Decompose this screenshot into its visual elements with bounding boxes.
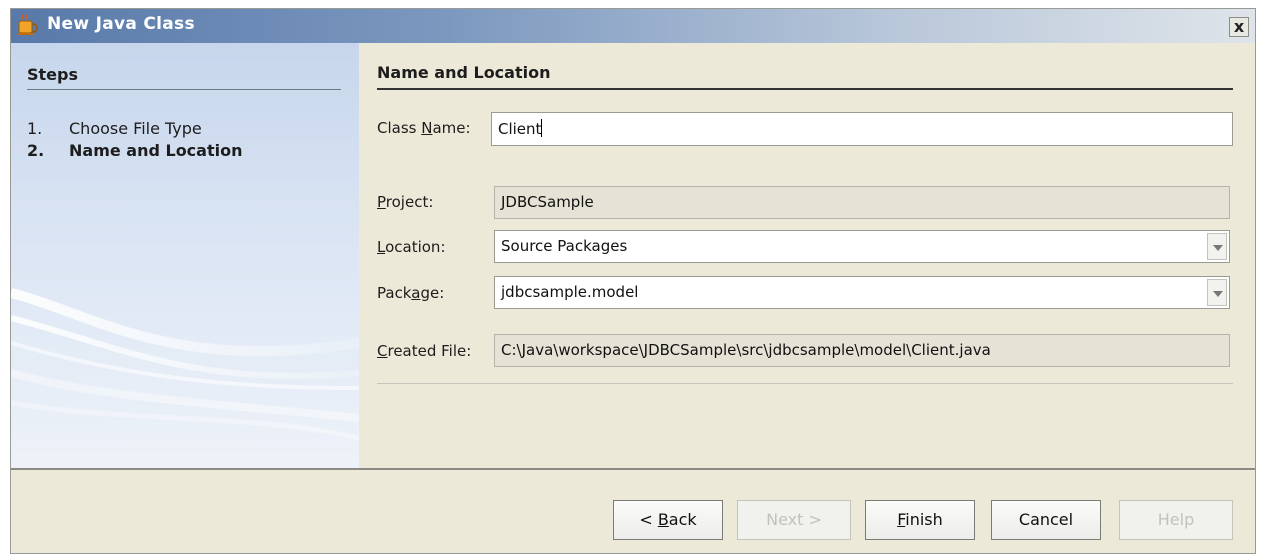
label-text: Pack <box>377 284 412 302</box>
wave-decoration <box>11 288 359 441</box>
help-button[interactable]: Help <box>1119 500 1233 540</box>
mnemonic: P <box>377 193 386 211</box>
location-value: Source Packages <box>501 237 628 255</box>
coffee-cup-icon <box>17 14 39 36</box>
label-text: roject: <box>385 193 434 211</box>
back-button[interactable]: < Back <box>613 500 723 540</box>
button-bar-divider <box>11 468 1255 470</box>
step-number: 2. <box>27 141 45 160</box>
label-text: ame: <box>432 119 471 137</box>
steps-panel: Steps 1. Choose File Type 2. Name and Lo… <box>11 43 359 468</box>
steps-divider <box>27 89 341 90</box>
dialog-title: New Java Class <box>47 14 195 34</box>
mnemonic: N <box>421 119 433 137</box>
class-name-value: Client <box>498 120 542 138</box>
label-text: Class <box>377 119 422 137</box>
cancel-button[interactable]: Cancel <box>991 500 1101 540</box>
location-select[interactable]: Source Packages <box>494 230 1230 263</box>
finish-button[interactable]: Finish <box>865 500 975 540</box>
created-file-value: C:\Java\workspace\JDBCSample\src\jdbcsam… <box>501 341 991 359</box>
section-heading: Name and Location <box>377 63 551 82</box>
project-label: Project: <box>377 193 433 211</box>
close-button[interactable]: x <box>1229 17 1249 37</box>
button-text: < <box>639 510 658 529</box>
class-name-input[interactable]: Client <box>491 112 1233 146</box>
button-text: inish <box>905 510 943 529</box>
package-value: jdbcsample.model <box>501 283 639 301</box>
next-button[interactable]: Next > <box>737 500 851 540</box>
steps-heading: Steps <box>27 65 78 84</box>
step-label: Choose File Type <box>69 119 202 138</box>
chevron-down-icon[interactable] <box>1207 233 1227 260</box>
created-file-label: Created File: <box>377 342 471 360</box>
package-select[interactable]: jdbcsample.model <box>494 276 1230 309</box>
project-value: JDBCSample <box>501 193 594 211</box>
step-label: Name and Location <box>69 141 243 160</box>
label-text: reated File: <box>387 342 472 360</box>
chevron-down-icon[interactable] <box>1207 279 1227 306</box>
button-text: ack <box>668 510 697 529</box>
title-bar[interactable]: New Java Class x <box>11 9 1255 43</box>
content-divider <box>377 383 1233 384</box>
text-caret <box>541 119 543 137</box>
step-number: 1. <box>27 119 43 138</box>
mnemonic: C <box>377 342 388 360</box>
new-java-class-dialog: New Java Class x Steps 1. Choose File Ty… <box>10 8 1256 554</box>
package-label: Package: <box>377 284 444 302</box>
class-name-label: Class Name: <box>377 119 471 137</box>
created-file-field: C:\Java\workspace\JDBCSample\src\jdbcsam… <box>494 334 1230 367</box>
label-text: ocation: <box>385 238 446 256</box>
mnemonic: L <box>377 238 386 256</box>
label-text: ge: <box>420 284 445 302</box>
section-divider <box>377 88 1233 90</box>
mnemonic: B <box>657 510 669 529</box>
project-field: JDBCSample <box>494 186 1230 219</box>
location-label: Location: <box>377 238 446 256</box>
